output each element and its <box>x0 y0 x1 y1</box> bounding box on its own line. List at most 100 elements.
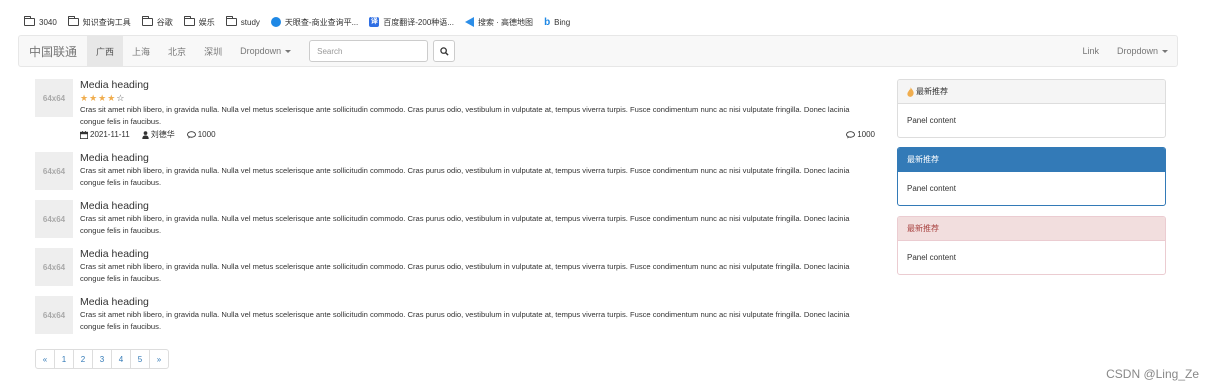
panel-default: 最新推荐 Panel content <box>897 79 1166 138</box>
media-thumbnail: 64x64 <box>35 296 73 334</box>
media-comments-right-count: 1000 <box>857 130 875 139</box>
pagination-page-3[interactable]: 3 <box>92 349 112 369</box>
fire-icon <box>907 86 914 97</box>
panel-body: Panel content <box>907 184 956 193</box>
media-thumbnail: 64x64 <box>35 200 73 238</box>
amap-icon <box>464 17 474 27</box>
bookmark-bing[interactable]: b Bing <box>544 17 570 28</box>
nav-item-shenzhen[interactable]: 深圳 <box>195 36 231 66</box>
media-author-text: 刘德华 <box>150 130 175 139</box>
comment-icon <box>846 131 856 139</box>
nav-item-guangxi[interactable]: 广西 <box>87 36 124 66</box>
media-meta: 2021-11-11 刘德华 1000 1000 <box>80 129 875 141</box>
media-heading: Media heading <box>80 79 149 91</box>
comment-icon <box>186 131 196 139</box>
media-item: 64x64 Media heading Cras sit amet nibh l… <box>35 296 870 334</box>
pagination-page-4[interactable]: 4 <box>111 349 131 369</box>
nav-dropdown[interactable]: Dropdown <box>231 36 300 66</box>
bookmark-entertainment[interactable]: 娱乐 <box>183 16 215 28</box>
media-heading: Media heading <box>80 248 149 260</box>
nav-right-dropdown-label: Dropdown <box>1116 46 1158 56</box>
pagination-next[interactable]: » <box>149 349 169 369</box>
panel-heading: 最新推荐 <box>898 148 1165 172</box>
pagination-page-5[interactable]: 5 <box>130 349 150 369</box>
media-date-text: 2021-11-11 <box>90 130 130 139</box>
search-icon <box>439 46 449 56</box>
media-item: 64x64 Media heading ★★★★☆ Cras sit amet … <box>35 79 875 141</box>
search-button[interactable] <box>433 40 456 62</box>
nav-right-dropdown[interactable]: Dropdown <box>1108 36 1177 66</box>
search-input[interactable]: Search <box>309 40 429 62</box>
bookmark-amap[interactable]: 搜索 · 高德地图 <box>464 17 533 28</box>
media-comments-right: 1000 <box>846 129 875 141</box>
media-text: Cras sit amet nibh libero, in gravida nu… <box>80 310 850 331</box>
user-icon <box>142 131 149 139</box>
panel-body: Panel content <box>907 253 956 262</box>
star-filled-icon: ★ <box>107 93 117 103</box>
media-body: Media heading ★★★★☆ Cras sit amet nibh l… <box>80 79 875 141</box>
media-text: Cras sit amet nibh libero, in gravida nu… <box>80 166 850 187</box>
media-heading: Media heading <box>80 200 149 212</box>
panel-body: Panel content <box>907 116 956 125</box>
folder-icon <box>24 16 35 26</box>
media-thumbnail: 64x64 <box>35 152 73 190</box>
nav-item-beijing[interactable]: 北京 <box>159 36 195 66</box>
watermark: CSDN @Ling_Ze <box>1106 367 1199 381</box>
panel-title: 最新推荐 <box>916 87 948 96</box>
calendar-icon <box>80 131 88 139</box>
nav-link[interactable]: Link <box>1073 36 1108 66</box>
baidu-translate-icon: 译 <box>369 17 380 27</box>
media-text: Cras sit amet nibh libero, in gravida nu… <box>80 214 850 235</box>
pagination-page-2[interactable]: 2 <box>73 349 93 369</box>
caret-down-icon <box>1162 49 1168 53</box>
media-author: 刘德华 <box>142 129 175 141</box>
panel-title: 最新推荐 <box>907 224 939 233</box>
caret-down-icon <box>285 49 292 53</box>
nav-dropdown-label: Dropdown <box>240 46 282 56</box>
media-item: 64x64 Media heading Cras sit amet nibh l… <box>35 200 870 238</box>
media-date: 2021-11-11 <box>80 129 130 141</box>
star-filled-icon: ★ <box>89 93 99 103</box>
media-body: Media heading Cras sit amet nibh libero,… <box>80 296 870 334</box>
panel-heading: 最新推荐 <box>898 80 1165 104</box>
media-comments: 1000 <box>186 129 216 141</box>
folder-icon <box>225 16 237 26</box>
bookmark-knowledge-tools[interactable]: 知识查询工具 <box>67 16 131 28</box>
media-heading: Media heading <box>80 152 149 164</box>
pagination: « 1 2 3 4 5 » <box>35 349 169 369</box>
media-body: Media heading Cras sit amet nibh libero,… <box>80 248 870 286</box>
bookmark-3040[interactable]: 3040 <box>24 16 57 27</box>
bookmark-study[interactable]: study <box>225 16 260 27</box>
media-body: Media heading Cras sit amet nibh libero,… <box>80 200 870 238</box>
star-filled-icon: ★ <box>98 93 108 103</box>
media-thumbnail: 64x64 <box>35 248 73 286</box>
bookmark-tianyancha[interactable]: 天眼查-商业查询平... <box>270 17 358 28</box>
pagination-page-1[interactable]: 1 <box>54 349 74 369</box>
media-heading: Media heading <box>80 296 149 308</box>
star-rating: ★★★★☆ <box>80 92 870 104</box>
folder-icon <box>141 16 153 26</box>
pagination-prev[interactable]: « <box>35 349 55 369</box>
media-text: Cras sit amet nibh libero, in gravida nu… <box>80 105 850 126</box>
navbar-right: Link Dropdown <box>1073 36 1177 66</box>
nav-item-shanghai[interactable]: 上海 <box>123 36 159 66</box>
panel-title: 最新推荐 <box>907 155 939 164</box>
bookmark-baidu-translate[interactable]: 译百度翻译-200种语... <box>369 17 454 28</box>
star-filled-icon: ★ <box>80 93 90 103</box>
star-empty-icon: ☆ <box>116 93 126 103</box>
media-text: Cras sit amet nibh libero, in gravida nu… <box>80 262 850 283</box>
media-thumbnail: 64x64 <box>35 79 73 117</box>
media-body: Media heading Cras sit amet nibh libero,… <box>80 152 870 190</box>
tianyancha-icon <box>270 17 281 27</box>
panel-heading: 最新推荐 <box>898 217 1165 241</box>
media-comments-count: 1000 <box>197 130 216 139</box>
folder-icon <box>183 16 195 26</box>
navbar: 中国联通 广西 上海 北京 深圳 Dropdown Search Link Dr… <box>18 35 1178 67</box>
folder-icon <box>67 16 79 26</box>
media-item: 64x64 Media heading Cras sit amet nibh l… <box>35 248 870 286</box>
bookmarks-bar: 3040 知识查询工具 谷歌 娱乐 study 天眼查-商业查询平... 译百度… <box>0 10 570 34</box>
panel-danger: 最新推荐 Panel content <box>897 216 1166 275</box>
bookmark-google[interactable]: 谷歌 <box>141 16 173 28</box>
bing-icon: b <box>544 16 551 28</box>
navbar-brand[interactable]: 中国联通 <box>19 43 87 60</box>
